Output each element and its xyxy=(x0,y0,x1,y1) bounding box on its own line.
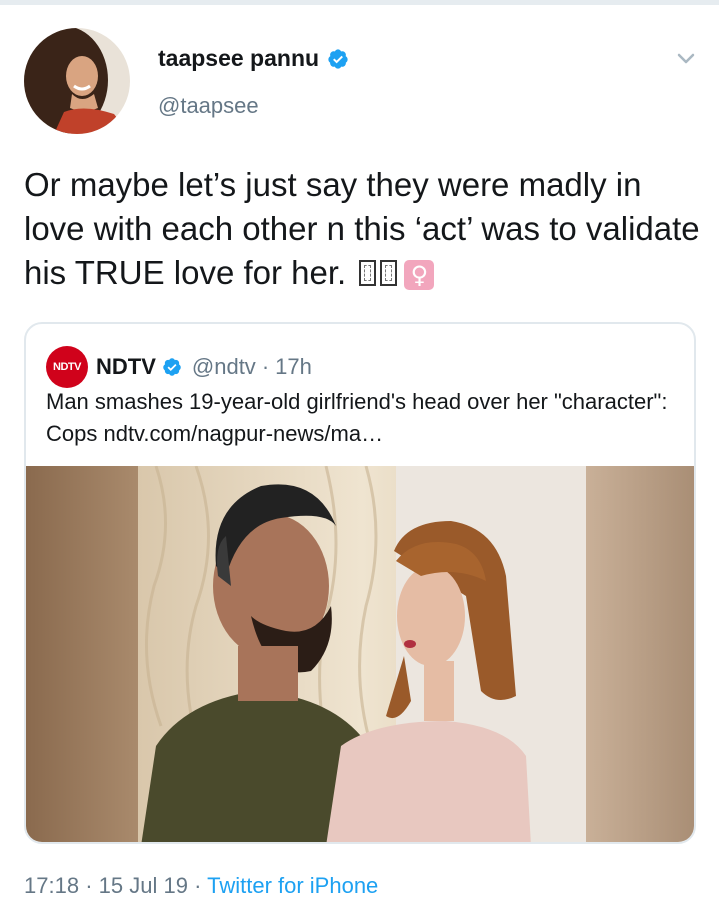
timestamp-separator: · xyxy=(194,873,202,898)
photo-couple-image xyxy=(26,466,694,842)
tweet-text: Or maybe let’s just say they were madly … xyxy=(24,163,704,295)
quoted-separator: · xyxy=(261,354,270,379)
ndtv-logo-avatar: NDTV xyxy=(46,346,88,388)
author-display-name[interactable]: taapsee pannu xyxy=(158,45,319,72)
author-handle[interactable]: @taapsee xyxy=(158,93,259,119)
quoted-tweet-header: NDTV NDTV @ndtv · 17h xyxy=(46,346,312,388)
chevron-down-icon[interactable] xyxy=(672,44,700,72)
ndtv-logo-text: NDTV xyxy=(53,361,81,373)
quoted-tweet-text: Man smashes 19-year-old girlfriend's hea… xyxy=(46,389,668,446)
tweet-source-link[interactable]: Twitter for iPhone xyxy=(207,873,378,898)
verified-badge-icon xyxy=(327,48,349,70)
tweet-time[interactable]: 17:18 xyxy=(24,873,79,898)
timestamp-separator: · xyxy=(85,873,93,898)
verified-badge-icon xyxy=(162,357,182,377)
author-name-row: taapsee pannu xyxy=(158,45,349,72)
unrendered-emoji-icon xyxy=(359,260,377,287)
tweet-date[interactable]: 15 Jul 19 xyxy=(99,873,188,898)
top-divider xyxy=(0,0,719,5)
author-avatar[interactable] xyxy=(24,28,130,134)
avatar-photo xyxy=(24,28,130,134)
quoted-display-name: NDTV xyxy=(96,354,156,379)
quoted-tweet-card[interactable]: NDTV NDTV @ndtv · 17h Man smashes 19-yea… xyxy=(24,322,696,844)
female-sign-icon: ♀ xyxy=(404,260,435,291)
quoted-time: 17h xyxy=(275,354,312,379)
tweet-timestamp-row: 17:18 · 15 Jul 19 · Twitter for iPhone xyxy=(24,873,378,899)
quoted-tweet-photo[interactable] xyxy=(26,466,694,842)
quoted-handle: @ndtv xyxy=(191,354,256,379)
tweet-emoji-group: ♀ xyxy=(359,260,435,291)
unrendered-emoji-icon xyxy=(380,260,398,287)
